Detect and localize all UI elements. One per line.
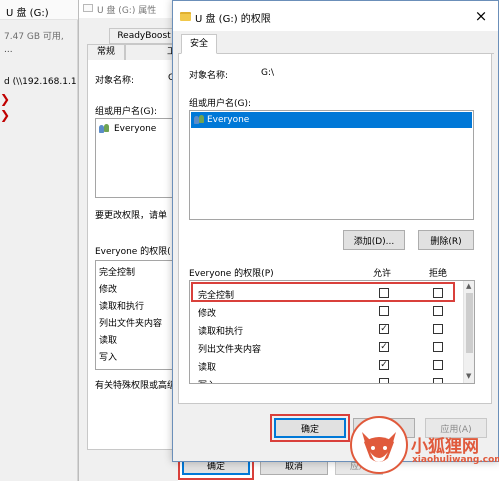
users-icon <box>194 115 205 124</box>
security-panel: 对象名称: G:\ 组或用户名(G): Everyone 添加(D)... 删除… <box>178 54 492 404</box>
fox-logo-icon <box>350 416 408 474</box>
permission-name: 写入 <box>198 378 216 383</box>
allow-header: 允许 <box>373 269 392 279</box>
permission-scrollbar[interactable]: ▲ ▼ <box>463 281 474 383</box>
scroll-up-icon[interactable]: ▲ <box>466 282 471 290</box>
deny-checkbox[interactable] <box>433 342 443 352</box>
permissions-title: U 盘 (G:) 的权限 <box>195 14 271 25</box>
tab-general-label: 常规 <box>96 47 115 57</box>
folder-icon <box>180 12 191 21</box>
network-path[interactable]: d (\\192.168.1.1 <box>4 77 77 87</box>
properties-tabstrip: 常规 工 <box>87 44 179 60</box>
ok-button[interactable]: 确定 <box>274 418 346 438</box>
permission-row: 列出文件夹内容 ✓ <box>190 339 462 357</box>
permission-row: 读取和执行 ✓ <box>190 321 462 339</box>
group-user-label: 组或用户名(G): <box>189 99 252 109</box>
users-icon <box>99 124 110 133</box>
allow-checkbox[interactable] <box>379 378 389 383</box>
drive-info: 7.47 GB 可用, <box>4 32 64 42</box>
allow-checkbox[interactable]: ✓ <box>379 342 389 352</box>
properties-panel: 对象名称: G 组或用户名(G): Everyone 要更改权限，请单 Ever… <box>87 60 180 450</box>
deny-header: 拒绝 <box>429 269 448 279</box>
permission-row: 读取 ✓ <box>190 357 462 375</box>
allow-checkbox[interactable]: ✓ <box>379 324 389 334</box>
permission-name: 修改 <box>198 309 217 319</box>
user-group-list[interactable]: Everyone <box>189 110 474 220</box>
object-name-label: 对象名称: <box>95 76 135 86</box>
properties-title: U 盘 (G:) 属性 <box>97 6 157 16</box>
group-label: 组或用户名(G): <box>95 107 158 117</box>
drive-title: U 盘 (G:) <box>6 8 49 19</box>
deny-checkbox[interactable] <box>433 378 443 383</box>
permission-row: 修改 <box>190 303 462 321</box>
explorer-drive-header: U 盘 (G:) <box>0 0 78 20</box>
allow-checkbox[interactable] <box>379 306 389 316</box>
tab-readyboost[interactable]: ReadyBoost <box>109 28 179 44</box>
close-icon[interactable]: × <box>469 6 493 26</box>
object-name-label: 对象名称: <box>189 71 229 81</box>
special-perm-text: 有关特殊权限或高级 <box>95 381 177 391</box>
back-perm-item: 列出文件夹内容 <box>99 319 163 329</box>
permission-name: 列出文件夹内容 <box>198 345 262 355</box>
deny-checkbox[interactable] <box>433 324 443 334</box>
permission-name: 读取 <box>198 363 217 373</box>
back-perm-list: 完全控制 修改 读取和执行 列出文件夹内容 读取 写入 <box>95 260 180 370</box>
permissions-titlebar: U 盘 (G:) 的权限 × <box>173 1 498 31</box>
remove-button[interactable]: 删除(R) <box>418 230 474 250</box>
add-button[interactable]: 添加(D)... <box>343 230 405 250</box>
back-user-everyone[interactable]: Everyone <box>114 124 156 134</box>
change-perm-text: 要更改权限，请单 <box>95 211 168 221</box>
watermark-brand: 小狐狸网 <box>411 437 479 457</box>
back-perm-item: 完全控制 <box>99 268 136 278</box>
permissions-dialog: U 盘 (G:) 的权限 × 安全 对象名称: G:\ 组或用户名(G): Ev… <box>172 0 499 462</box>
deny-checkbox[interactable] <box>433 360 443 370</box>
back-perm-header: Everyone 的权限( <box>95 247 171 257</box>
tab-general[interactable]: 常规 <box>87 44 125 60</box>
tab-security-label: 安全 <box>189 39 208 49</box>
object-name-value: G:\ <box>261 68 275 78</box>
allow-checkbox[interactable]: ✓ <box>379 360 389 370</box>
back-perm-item: 修改 <box>99 285 118 295</box>
list-item-everyone[interactable]: Everyone <box>191 112 472 128</box>
tab-security[interactable]: 安全 <box>181 34 217 54</box>
scroll-down-icon[interactable]: ▼ <box>466 372 471 380</box>
properties-dialog: U 盘 (G:) 属性 ReadyBoost 常规 工 对象名称: G 组或用户… <box>78 0 383 481</box>
watermark-site: xiaohuliwang.com <box>412 455 499 465</box>
permission-row: 写入 <box>190 375 462 383</box>
list-item-label: Everyone <box>207 115 250 125</box>
drive-icon <box>83 4 93 12</box>
ellipsis-text: ... <box>4 45 13 55</box>
back-perm-item: 读取 <box>99 336 118 346</box>
tab-tools[interactable]: 工 <box>125 44 179 60</box>
red-mark-icon-2: ❯ <box>0 108 11 122</box>
back-perm-item: 读取和执行 <box>99 302 145 312</box>
full-control-highlight <box>191 282 455 302</box>
red-mark-icon: ❯ <box>0 92 11 106</box>
permissions-tabbar: 安全 <box>178 34 494 54</box>
deny-checkbox[interactable] <box>433 306 443 316</box>
tab-readyboost-label: ReadyBoost <box>117 31 171 41</box>
fox-face-icon <box>362 432 396 462</box>
back-perm-item: 写入 <box>99 353 118 363</box>
scroll-thumb[interactable] <box>466 293 473 353</box>
properties-titlebar: U 盘 (G:) 属性 <box>79 0 179 18</box>
permission-name: 读取和执行 <box>198 327 244 337</box>
back-user-list[interactable]: Everyone <box>95 118 180 198</box>
perm-header: Everyone 的权限(P) <box>189 269 274 279</box>
explorer-window: U 盘 (G:) 7.47 GB 可用, ... d (\\192.168.1.… <box>0 0 78 481</box>
